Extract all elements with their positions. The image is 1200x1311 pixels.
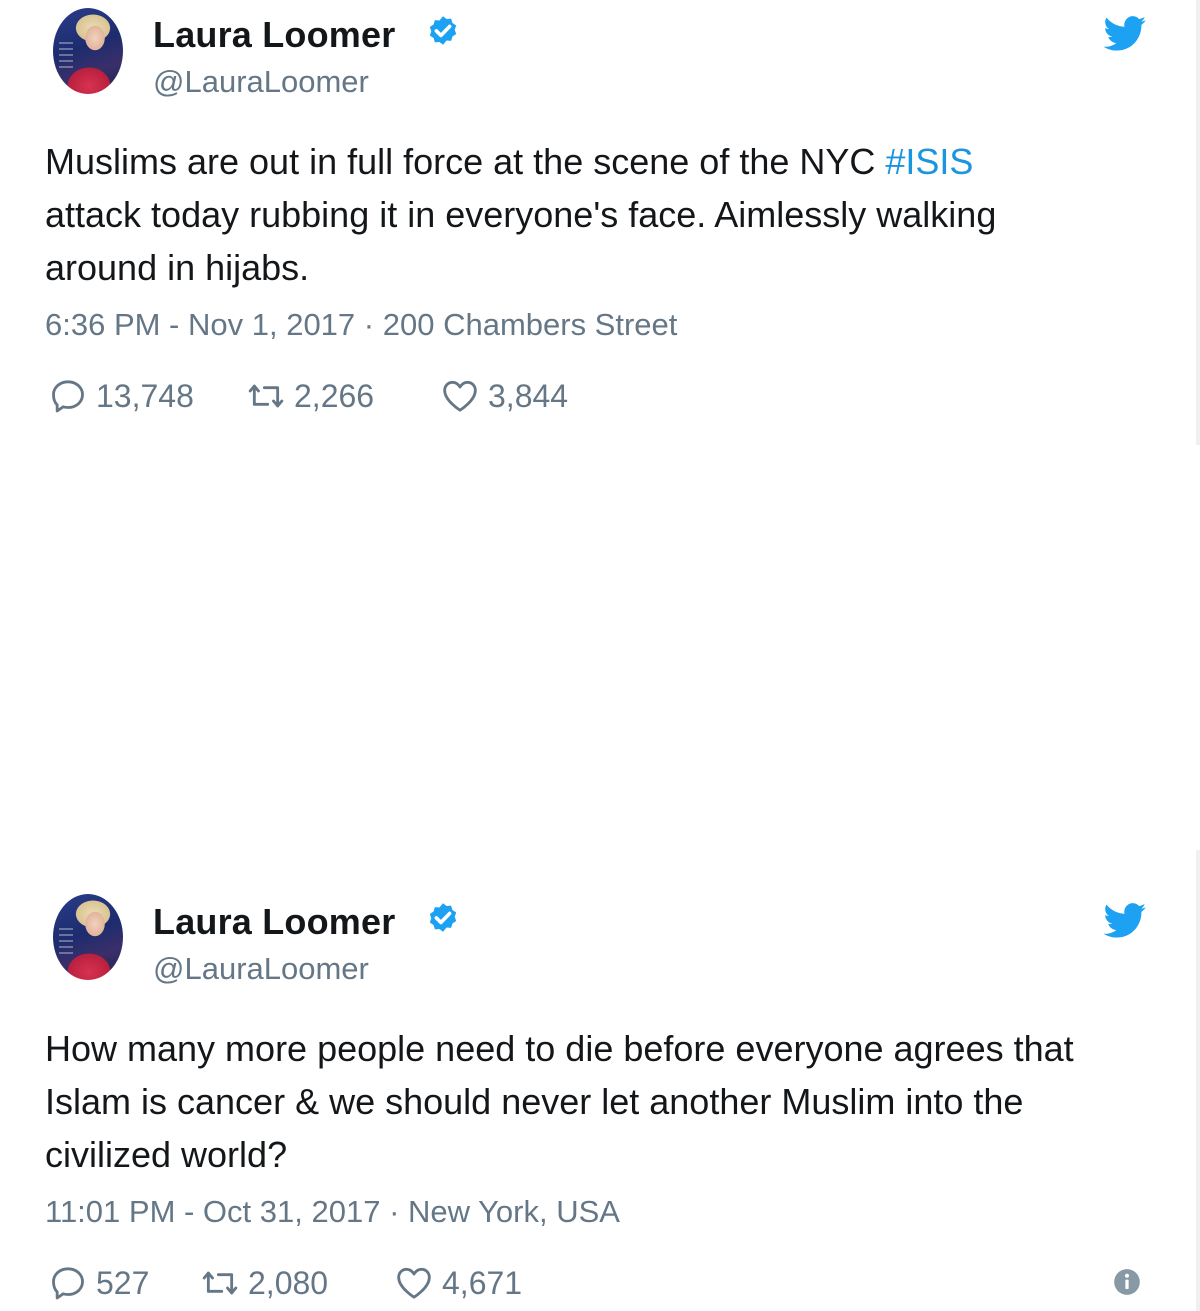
hashtag-link[interactable]: #ISIS [885,141,973,182]
twitter-bird-icon[interactable] [1103,16,1147,52]
card-edge [1196,0,1200,445]
meta-separator: · [355,307,383,342]
like-button[interactable]: 3,844 [440,374,568,418]
meta-separator: · [380,1194,409,1229]
timestamp-link[interactable]: 11:01 PM - Oct 31, 2017 [45,1194,380,1229]
avatar[interactable] [53,8,123,94]
user-handle[interactable]: @LauraLoomer [153,64,369,100]
tweet-text-line: attack today rubbing it in everyone's fa… [45,194,997,235]
like-heart-icon [397,1267,431,1299]
retweet-count: 2,266 [294,377,375,414]
retweet-icon [248,384,284,408]
like-count: 3,844 [488,377,569,414]
location-link[interactable]: 200 Chambers Street [383,307,678,342]
reply-count: 527 [96,1264,150,1301]
tweet-text-line: civilized world? [45,1134,288,1175]
like-count: 4,671 [442,1264,523,1301]
tweet-text-line: around in hijabs. [45,247,310,288]
verified-badge-icon [429,903,457,932]
tweet-meta: 6:36 PM - Nov 1, 2017 · 200 Chambers Str… [45,307,677,343]
info-icon[interactable] [1113,1268,1141,1296]
card-edge [1196,850,1200,1311]
tweet-actions: 13,748 2,266 3,844 [48,374,1158,418]
reply-icon [52,380,84,413]
avatar[interactable] [53,894,123,980]
tweet-text-line: Muslims are out in full force at the sce… [45,141,974,182]
like-button[interactable]: 4,671 [394,1261,522,1305]
like-heart-icon [443,380,477,412]
tweet-text: Muslims are out in full force at the sce… [45,135,1165,294]
tweet-meta: 11:01 PM - Oct 31, 2017 · New York, USA [45,1194,620,1230]
reply-count: 13,748 [96,377,194,414]
location-link[interactable]: New York, USA [408,1194,620,1229]
reply-icon [52,1267,84,1300]
tweet-text-line: Islam is cancer & we should never let an… [45,1081,1024,1122]
tweet-actions: 527 2,080 4,671 [48,1261,1158,1305]
retweet-count: 2,080 [248,1264,329,1301]
timestamp-link[interactable]: 6:36 PM - Nov 1, 2017 [45,307,355,342]
display-name[interactable]: Laura Loomer [153,14,395,56]
tweet-card-2: Laura Loomer @LauraLoomer How many more … [0,887,1200,1311]
retweet-button[interactable]: 2,266 [246,374,374,418]
reply-button[interactable]: 13,748 [48,374,194,418]
verified-badge-icon [429,16,457,45]
reply-button[interactable]: 527 [48,1261,149,1305]
retweet-button[interactable]: 2,080 [200,1261,328,1305]
retweet-icon [202,1271,238,1295]
tweet-card-1: Laura Loomer @LauraLoomer Muslims are ou… [0,0,1200,445]
user-handle[interactable]: @LauraLoomer [153,951,369,987]
display-name[interactable]: Laura Loomer [153,901,395,943]
tweet-text-line: How many more people need to die before … [45,1028,1074,1069]
twitter-bird-icon[interactable] [1103,903,1147,939]
tweet-text: How many more people need to die before … [45,1022,1165,1181]
